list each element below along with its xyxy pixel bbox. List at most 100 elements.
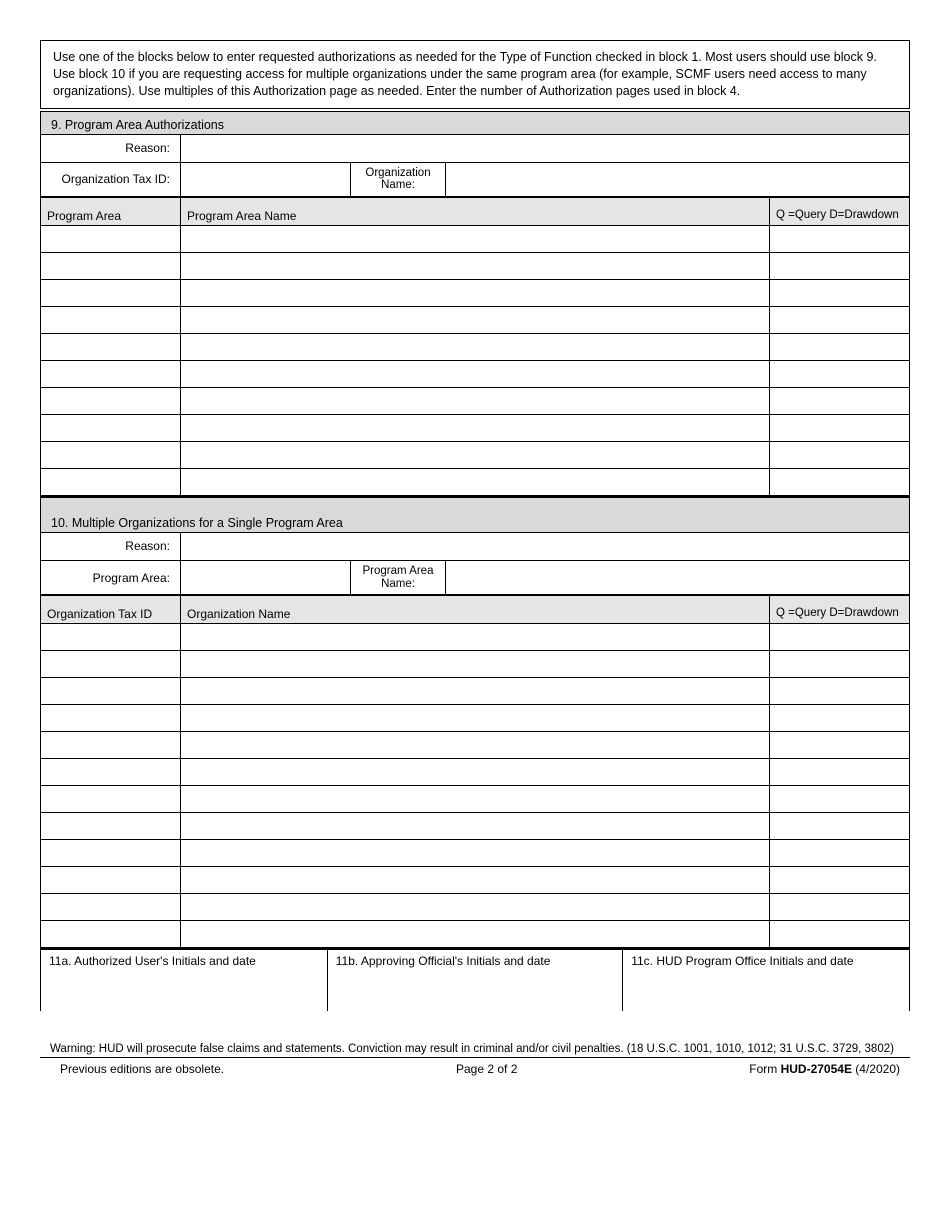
- table-cell[interactable]: [181, 867, 770, 894]
- table-row: [41, 279, 910, 306]
- table-cell[interactable]: [41, 732, 181, 759]
- program-area-field[interactable]: [181, 560, 351, 594]
- table-cell[interactable]: [770, 867, 910, 894]
- table-cell[interactable]: [181, 840, 770, 867]
- table-cell[interactable]: [41, 225, 181, 252]
- table-cell[interactable]: [181, 705, 770, 732]
- table-cell[interactable]: [770, 678, 910, 705]
- table-cell[interactable]: [41, 786, 181, 813]
- table-cell[interactable]: [181, 441, 770, 468]
- table-cell[interactable]: [770, 705, 910, 732]
- table-cell[interactable]: [41, 387, 181, 414]
- sig-11c[interactable]: 11c. HUD Program Office Initials and dat…: [623, 949, 910, 1011]
- col-qd: Q =Query D=Drawdown: [770, 197, 910, 225]
- table-cell[interactable]: [41, 894, 181, 921]
- table-row: [41, 306, 910, 333]
- page-footer: Previous editions are obsolete. Page 2 o…: [40, 1058, 910, 1076]
- col-qd-10: Q =Query D=Drawdown: [770, 596, 910, 624]
- form-page: Use one of the blocks below to enter req…: [0, 0, 950, 1096]
- table-cell[interactable]: [181, 732, 770, 759]
- table-row: [41, 333, 910, 360]
- signature-table: 11a. Authorized User's Initials and date…: [40, 948, 910, 1011]
- table-cell[interactable]: [41, 306, 181, 333]
- table-cell[interactable]: [41, 921, 181, 948]
- table-row: [41, 414, 910, 441]
- reason-field[interactable]: [181, 134, 910, 162]
- org-tax-id-label: Organization Tax ID:: [41, 162, 181, 196]
- form-number: HUD-27054E: [781, 1062, 852, 1076]
- col-org-tax-id: Organization Tax ID: [41, 596, 181, 624]
- footer-left: Previous editions are obsolete.: [60, 1062, 224, 1076]
- table-cell[interactable]: [770, 813, 910, 840]
- table-cell[interactable]: [181, 360, 770, 387]
- table-cell[interactable]: [770, 306, 910, 333]
- footer-right: Form HUD-27054E (4/2020): [749, 1062, 900, 1076]
- table-cell[interactable]: [181, 279, 770, 306]
- table-cell[interactable]: [181, 414, 770, 441]
- section-10-grid: Organization Tax ID Organization Name Q …: [40, 595, 910, 948]
- table-cell[interactable]: [41, 759, 181, 786]
- table-row: [41, 705, 910, 732]
- table-cell[interactable]: [770, 840, 910, 867]
- program-area-name-field[interactable]: [446, 560, 910, 594]
- table-cell[interactable]: [181, 252, 770, 279]
- table-cell[interactable]: [181, 306, 770, 333]
- table-cell[interactable]: [41, 360, 181, 387]
- reason-field-10[interactable]: [181, 532, 910, 560]
- table-cell[interactable]: [181, 921, 770, 948]
- table-cell[interactable]: [770, 759, 910, 786]
- table-cell[interactable]: [181, 786, 770, 813]
- table-cell[interactable]: [770, 252, 910, 279]
- table-cell[interactable]: [770, 921, 910, 948]
- table-cell[interactable]: [770, 414, 910, 441]
- col-program-area-name: Program Area Name: [181, 197, 770, 225]
- table-cell[interactable]: [181, 678, 770, 705]
- table-cell[interactable]: [41, 624, 181, 651]
- table-cell[interactable]: [181, 813, 770, 840]
- table-cell[interactable]: [41, 651, 181, 678]
- table-cell[interactable]: [770, 225, 910, 252]
- section-9-header: 9. Program Area Authorizations: [40, 111, 910, 134]
- table-cell[interactable]: [41, 333, 181, 360]
- table-cell[interactable]: [181, 651, 770, 678]
- table-cell[interactable]: [181, 468, 770, 495]
- table-cell[interactable]: [41, 468, 181, 495]
- table-cell[interactable]: [770, 624, 910, 651]
- table-cell[interactable]: [181, 225, 770, 252]
- table-row: [41, 651, 910, 678]
- table-cell[interactable]: [41, 705, 181, 732]
- table-row: [41, 867, 910, 894]
- table-cell[interactable]: [770, 894, 910, 921]
- table-cell[interactable]: [770, 360, 910, 387]
- table-cell[interactable]: [770, 651, 910, 678]
- sig-11a[interactable]: 11a. Authorized User's Initials and date: [41, 949, 328, 1011]
- table-cell[interactable]: [41, 279, 181, 306]
- table-cell[interactable]: [181, 624, 770, 651]
- table-cell[interactable]: [181, 333, 770, 360]
- org-tax-id-field[interactable]: [181, 162, 351, 196]
- org-name-field[interactable]: [446, 162, 910, 196]
- table-cell[interactable]: [41, 252, 181, 279]
- table-cell[interactable]: [770, 441, 910, 468]
- sig-11b[interactable]: 11b. Approving Official's Initials and d…: [327, 949, 622, 1011]
- table-cell[interactable]: [181, 387, 770, 414]
- table-row: [41, 759, 910, 786]
- col-org-name: Organization Name: [181, 596, 770, 624]
- table-cell[interactable]: [41, 813, 181, 840]
- instructions-box: Use one of the blocks below to enter req…: [40, 40, 910, 109]
- table-cell[interactable]: [41, 678, 181, 705]
- table-cell[interactable]: [41, 441, 181, 468]
- section-9-grid: Program Area Program Area Name Q =Query …: [40, 197, 910, 496]
- form-prefix: Form: [749, 1062, 780, 1076]
- table-cell[interactable]: [770, 786, 910, 813]
- table-cell[interactable]: [770, 333, 910, 360]
- table-cell[interactable]: [41, 840, 181, 867]
- table-cell[interactable]: [770, 732, 910, 759]
- table-cell[interactable]: [41, 867, 181, 894]
- table-cell[interactable]: [41, 414, 181, 441]
- table-cell[interactable]: [770, 387, 910, 414]
- table-cell[interactable]: [770, 468, 910, 495]
- table-cell[interactable]: [770, 279, 910, 306]
- table-cell[interactable]: [181, 759, 770, 786]
- table-cell[interactable]: [181, 894, 770, 921]
